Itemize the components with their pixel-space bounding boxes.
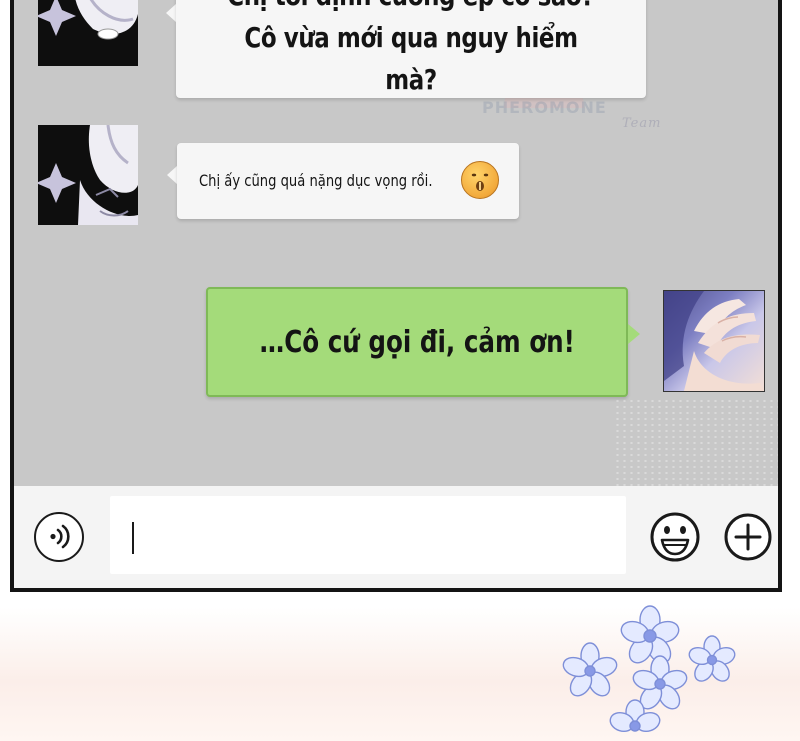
emoji-button[interactable] [648, 510, 702, 564]
flower-decoration [562, 605, 736, 733]
chat-input-bar [14, 486, 778, 588]
bubble-tail [628, 324, 640, 344]
message-text: …Cô cứ gọi đi, cảm ơn! [259, 324, 575, 360]
message-bubble-incoming[interactable]: Chị tôi định cưỡng ép cô sao? Cô vừa mới… [176, 0, 646, 98]
chat-window: PHEROMONE Team Chị tôi định cưỡng ép cô … [10, 0, 782, 592]
bunny-avatar[interactable] [38, 0, 138, 66]
message-line: Chị tôi định cưỡng ép cô sao? [228, 0, 595, 17]
message-bubble-incoming[interactable]: Chị ấy cũng quá nặng dục vọng rồi. [177, 143, 519, 219]
message-text: Chị ấy cũng quá nặng dục vọng rồi. [199, 171, 433, 190]
zipper-mouth-emoji-icon [461, 161, 499, 199]
message-line: Cô vừa mới qua nguy hiểm mà? [244, 21, 578, 96]
plus-icon [724, 513, 772, 561]
bubble-tail [166, 4, 176, 22]
message-input[interactable] [110, 496, 626, 574]
bunny-avatar[interactable] [38, 125, 138, 225]
text-cursor [132, 522, 134, 554]
bubble-tail [167, 166, 177, 184]
voice-button[interactable] [34, 512, 84, 562]
voice-icon [50, 524, 70, 549]
comic-panel: PHEROMONE Team Chị tôi định cưỡng ép cô … [0, 0, 800, 741]
more-options-button[interactable] [722, 511, 774, 563]
watermark-team: Team [622, 116, 662, 131]
hand-avatar[interactable] [663, 290, 765, 392]
message-bubble-outgoing[interactable]: …Cô cứ gọi đi, cảm ơn! [206, 287, 628, 397]
emoji-icon [650, 512, 700, 562]
